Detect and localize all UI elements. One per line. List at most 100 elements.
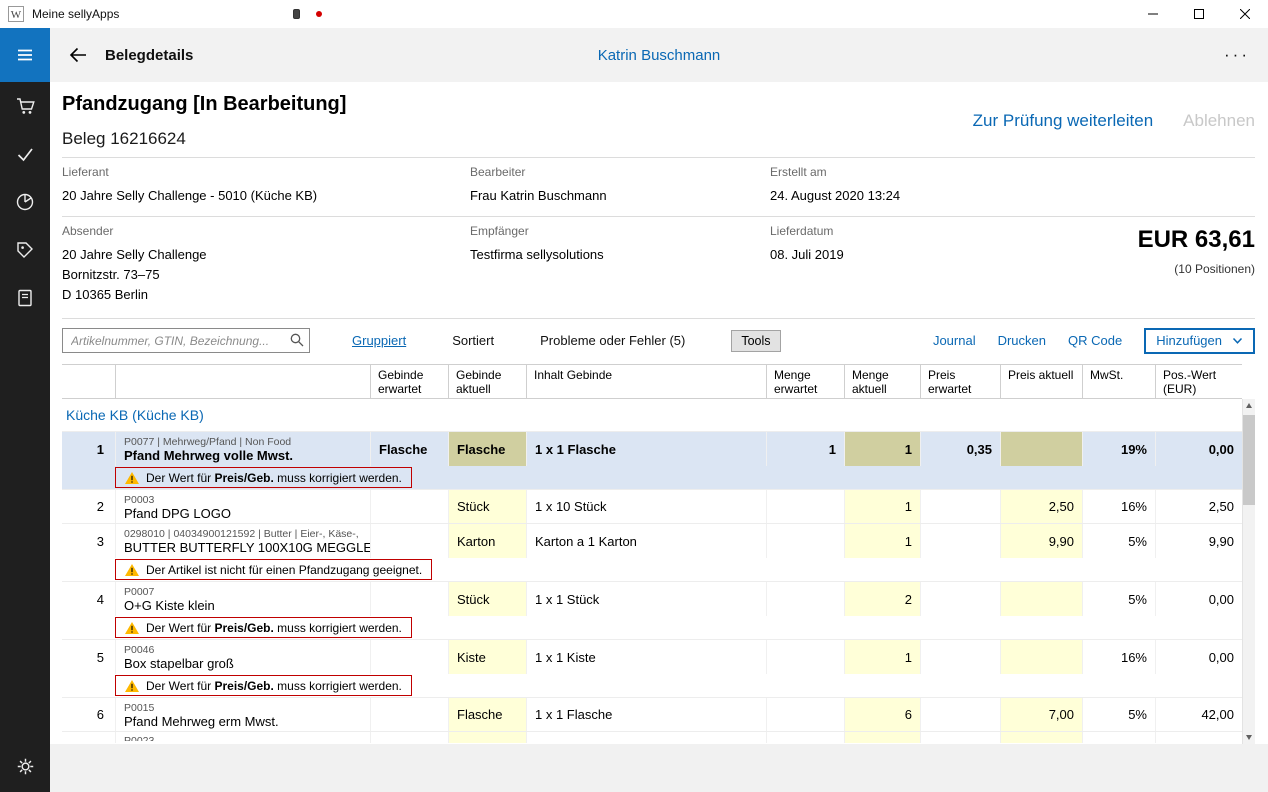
scroll-down-button[interactable] xyxy=(1243,731,1255,744)
column-header[interactable]: Gebinde erwartet xyxy=(370,365,448,398)
gebinde-aktuell-cell[interactable]: Flasche xyxy=(448,432,526,466)
table-row[interactable]: 3 0298010 | 04034900121592 | Butter | Eie… xyxy=(62,524,1242,558)
print-link[interactable]: Drucken xyxy=(998,333,1046,348)
field-lieferant: Lieferant 20 Jahre Selly Challenge - 501… xyxy=(62,165,317,206)
mwst-cell: 19% xyxy=(1082,432,1155,466)
field-value: 24. August 2020 13:24 xyxy=(770,186,900,206)
field-empfaenger: Empfänger Testfirma sellysolutions xyxy=(470,224,604,265)
grouped-toggle[interactable]: Gruppiert xyxy=(352,333,406,348)
absender-line-1: 20 Jahre Selly Challenge xyxy=(62,245,207,265)
warning-box: Der Wert für Preis/Geb. muss korrigiert … xyxy=(115,617,412,638)
column-header[interactable]: MwSt. xyxy=(1082,365,1155,398)
menge-aktuell-cell[interactable]: 1 xyxy=(844,640,920,674)
warning-text: Der Wert für Preis/Geb. muss korrigiert … xyxy=(146,679,402,693)
preis-erwartet-cell xyxy=(920,524,1000,558)
menge-aktuell-cell[interactable]: 1 xyxy=(844,524,920,558)
maximize-button[interactable] xyxy=(1176,0,1222,28)
preis-erwartet-cell xyxy=(920,732,1000,743)
table-row[interactable]: 1P0077 | Mehrweg/Pfand | Non FoodPfand M… xyxy=(62,432,1242,466)
warning-text: Der Artikel ist nicht für einen Pfandzug… xyxy=(146,563,422,577)
menge-aktuell-cell[interactable] xyxy=(844,732,920,743)
qr-code-link[interactable]: QR Code xyxy=(1068,333,1122,348)
preis-aktuell-cell[interactable]: 2,50 xyxy=(1000,490,1082,523)
absender-line-3: D 10365 Berlin xyxy=(62,285,207,305)
sidebar-item-approvals[interactable] xyxy=(0,130,50,178)
gear-icon xyxy=(14,755,37,778)
column-header[interactable]: Menge erwartet xyxy=(766,365,844,398)
more-options-button[interactable]: ··· xyxy=(1224,50,1250,60)
table-row[interactable]: 6P0015Pfand Mehrweg erm Mwst.Flasche1 x … xyxy=(62,698,1242,732)
back-button[interactable] xyxy=(63,40,93,70)
column-header[interactable] xyxy=(62,365,115,398)
menge-aktuell-cell[interactable]: 2 xyxy=(844,582,920,616)
column-header[interactable]: Menge aktuell xyxy=(844,365,920,398)
table-row[interactable]: 4P0007O+G Kiste kleinStück1 x 1 Stück25%… xyxy=(62,582,1242,616)
gebinde-aktuell-cell[interactable]: Stück xyxy=(448,582,526,616)
inhalt-gebinde-cell xyxy=(526,732,766,743)
column-header[interactable]: Preis erwartet xyxy=(920,365,1000,398)
group-header-row[interactable]: Küche KB (Küche KB) xyxy=(62,399,1242,432)
preis-aktuell-cell[interactable] xyxy=(1000,732,1082,743)
search-icon xyxy=(290,333,304,347)
add-dropdown-button[interactable]: Hinzufügen xyxy=(1144,328,1255,354)
add-button-label: Hinzufügen xyxy=(1156,333,1222,348)
reject-link[interactable]: Ablehnen xyxy=(1183,111,1255,131)
sidebar-item-settings[interactable] xyxy=(0,742,50,790)
pos-wert-cell: 0,00 xyxy=(1155,432,1242,466)
row-number: 3 xyxy=(62,524,115,558)
vertical-scrollbar[interactable] xyxy=(1242,399,1255,744)
mwst-cell: 5% xyxy=(1082,698,1155,731)
column-header[interactable]: Inhalt Gebinde xyxy=(526,365,766,398)
gebinde-aktuell-cell[interactable] xyxy=(448,732,526,743)
menge-aktuell-cell[interactable]: 1 xyxy=(844,432,920,466)
field-erstellt-am: Erstellt am 24. August 2020 13:24 xyxy=(770,165,900,206)
journal-link[interactable]: Journal xyxy=(933,333,976,348)
gebinde-erwartet-cell: Flasche xyxy=(370,432,448,466)
preis-aktuell-cell[interactable]: 9,90 xyxy=(1000,524,1082,558)
column-header[interactable] xyxy=(115,365,370,398)
sidebar-item-documents[interactable] xyxy=(0,274,50,322)
gebinde-aktuell-cell[interactable]: Stück xyxy=(448,490,526,523)
preis-aktuell-cell[interactable] xyxy=(1000,582,1082,616)
preis-erwartet-cell xyxy=(920,582,1000,616)
preis-aktuell-cell[interactable] xyxy=(1000,432,1082,466)
search-input[interactable] xyxy=(62,328,310,353)
field-label: Erstellt am xyxy=(770,165,900,179)
user-name-link[interactable]: Katrin Buschmann xyxy=(598,47,721,64)
close-button[interactable] xyxy=(1222,0,1268,28)
problems-filter[interactable]: Probleme oder Fehler (5) xyxy=(540,333,685,348)
table-row[interactable]: 2P0003Pfand DPG LOGOStück1 x 10 Stück12,… xyxy=(62,490,1242,524)
tools-button[interactable]: Tools xyxy=(731,330,780,352)
sidebar-item-statistics[interactable] xyxy=(0,178,50,226)
field-label: Lieferant xyxy=(62,165,317,179)
sidebar-item-purchases[interactable] xyxy=(0,82,50,130)
menge-aktuell-cell[interactable]: 1 xyxy=(844,490,920,523)
preis-aktuell-cell[interactable] xyxy=(1000,640,1082,674)
sidebar-item-menu[interactable] xyxy=(0,28,50,82)
sorted-toggle[interactable]: Sortiert xyxy=(452,333,494,348)
forward-for-review-link[interactable]: Zur Prüfung weiterleiten xyxy=(973,111,1153,131)
preis-aktuell-cell[interactable]: 7,00 xyxy=(1000,698,1082,731)
sidebar-item-labels[interactable] xyxy=(0,226,50,274)
warning-row: Der Wert für Preis/Geb. muss korrigiert … xyxy=(62,466,1242,490)
scroll-up-button[interactable] xyxy=(1243,399,1255,412)
pos-wert-cell: 9,90 xyxy=(1155,524,1242,558)
gebinde-aktuell-cell[interactable]: Flasche xyxy=(448,698,526,731)
scrollbar-thumb[interactable] xyxy=(1243,415,1255,505)
column-header[interactable]: Gebinde aktuell xyxy=(448,365,526,398)
article-meta: 0298010 | 04034900121592 | Butter | Eier… xyxy=(124,527,362,541)
minimize-button[interactable] xyxy=(1130,0,1176,28)
gebinde-aktuell-cell[interactable]: Karton xyxy=(448,524,526,558)
table-row[interactable]: 5P0046Box stapelbar großKiste1 x 1 Kiste… xyxy=(62,640,1242,674)
article-meta: P0015 xyxy=(124,701,154,715)
gebinde-aktuell-cell[interactable]: Kiste xyxy=(448,640,526,674)
row-number: 5 xyxy=(62,640,115,674)
column-header[interactable]: Pos.-Wert (EUR) xyxy=(1155,365,1242,398)
table-row[interactable]: P0023 xyxy=(62,732,1242,743)
field-value: 20 Jahre Selly Challenge - 5010 (Küche K… xyxy=(62,186,317,206)
document-number: Beleg 16216624 xyxy=(62,129,186,149)
divider xyxy=(62,318,1255,319)
menge-aktuell-cell[interactable]: 6 xyxy=(844,698,920,731)
article-cell: P0007O+G Kiste klein xyxy=(115,582,370,616)
column-header[interactable]: Preis aktuell xyxy=(1000,365,1082,398)
